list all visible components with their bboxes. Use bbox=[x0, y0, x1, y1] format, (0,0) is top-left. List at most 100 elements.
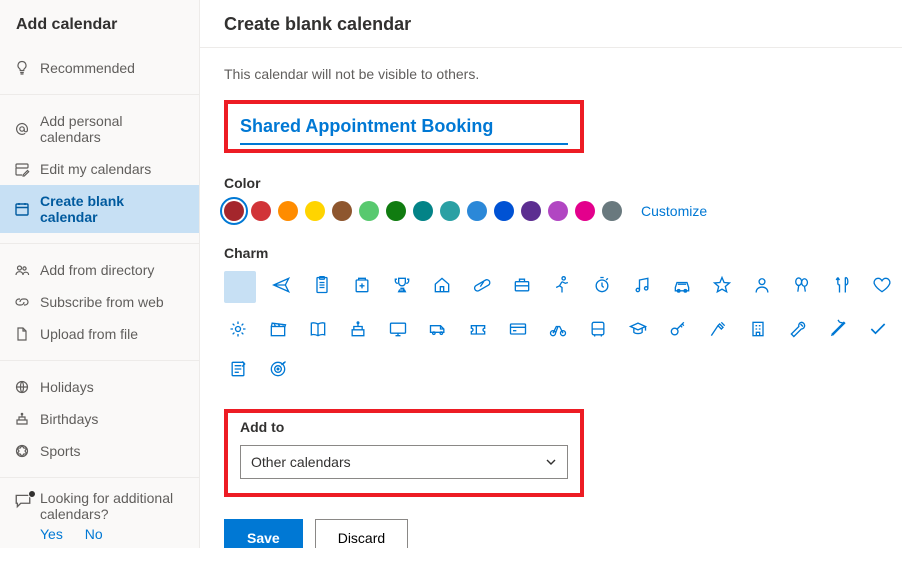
sidebar-item-label: Create blank calendar bbox=[40, 193, 185, 225]
addto-label: Add to bbox=[240, 419, 568, 435]
sidebar-item-label: Sports bbox=[40, 443, 80, 459]
addto-dropdown[interactable]: Other calendars bbox=[240, 445, 568, 479]
charm-monitor[interactable] bbox=[384, 315, 412, 343]
charm-clipboard[interactable] bbox=[308, 271, 336, 299]
chevron-down-icon bbox=[545, 456, 557, 468]
file-icon bbox=[14, 326, 30, 342]
charm-none[interactable] bbox=[224, 271, 256, 303]
color-swatch[interactable] bbox=[386, 201, 406, 221]
footer-yes-link[interactable]: Yes bbox=[40, 526, 63, 542]
footer-no-link[interactable]: No bbox=[85, 526, 103, 542]
charm-home[interactable] bbox=[428, 271, 456, 299]
feedback-icon bbox=[14, 492, 32, 510]
sidebar-item-personal[interactable]: Add personal calendars bbox=[0, 105, 199, 153]
sidebar-item-directory[interactable]: Add from directory bbox=[0, 254, 199, 286]
charm-heart[interactable] bbox=[868, 271, 896, 299]
charm-pickaxe[interactable] bbox=[824, 315, 852, 343]
charm-note[interactable] bbox=[224, 355, 252, 383]
color-swatch[interactable] bbox=[602, 201, 622, 221]
charm-bike[interactable] bbox=[544, 315, 572, 343]
edit-calendar-icon bbox=[14, 161, 30, 177]
charm-stopwatch[interactable] bbox=[588, 271, 616, 299]
link-icon bbox=[14, 294, 30, 310]
sidebar: Add calendar Recommended Add personal ca… bbox=[0, 0, 200, 548]
sports-icon bbox=[14, 443, 30, 459]
save-button[interactable]: Save bbox=[224, 519, 303, 548]
charm-briefcase[interactable] bbox=[508, 271, 536, 299]
charm-book[interactable] bbox=[304, 315, 332, 343]
sidebar-item-label: Holidays bbox=[40, 379, 94, 395]
charm-food[interactable] bbox=[828, 271, 856, 299]
charm-balloons[interactable] bbox=[788, 271, 816, 299]
sidebar-item-label: Upload from file bbox=[40, 326, 138, 342]
calendar-name-highlight bbox=[224, 100, 584, 153]
sidebar-item-upload[interactable]: Upload from file bbox=[0, 318, 199, 350]
at-icon bbox=[14, 121, 30, 137]
sidebar-item-label: Add personal calendars bbox=[40, 113, 185, 145]
charm-ticket[interactable] bbox=[464, 315, 492, 343]
charm-birthday[interactable] bbox=[344, 315, 372, 343]
charm-bus[interactable] bbox=[584, 315, 612, 343]
color-swatch[interactable] bbox=[332, 201, 352, 221]
sidebar-item-recommended[interactable]: Recommended bbox=[0, 52, 199, 84]
sidebar-item-label: Add from directory bbox=[40, 262, 154, 278]
blank-calendar-icon bbox=[14, 201, 30, 217]
charm-car[interactable] bbox=[668, 271, 696, 299]
charm-building[interactable] bbox=[744, 315, 772, 343]
charm-trophy[interactable] bbox=[388, 271, 416, 299]
button-row: Save Discard bbox=[224, 519, 878, 548]
hint-text: This calendar will not be visible to oth… bbox=[224, 66, 878, 82]
charm-check[interactable] bbox=[864, 315, 892, 343]
color-swatch[interactable] bbox=[251, 201, 271, 221]
charm-star[interactable] bbox=[708, 271, 736, 299]
color-swatch[interactable] bbox=[278, 201, 298, 221]
lightbulb-icon bbox=[14, 60, 30, 76]
charm-label: Charm bbox=[224, 245, 878, 261]
charm-person[interactable] bbox=[748, 271, 776, 299]
sidebar-title: Add calendar bbox=[0, 8, 199, 48]
charm-medical[interactable] bbox=[348, 271, 376, 299]
charm-running[interactable] bbox=[548, 271, 576, 299]
charm-plane[interactable] bbox=[268, 271, 296, 299]
addto-value: Other calendars bbox=[251, 454, 351, 470]
sidebar-item-blank[interactable]: Create blank calendar bbox=[0, 185, 199, 233]
sidebar-item-label: Birthdays bbox=[40, 411, 98, 427]
charm-graduation[interactable] bbox=[624, 315, 652, 343]
color-swatch[interactable] bbox=[440, 201, 460, 221]
add-to-highlight: Add to Other calendars bbox=[224, 409, 584, 497]
color-label: Color bbox=[224, 175, 878, 191]
sidebar-item-label: Recommended bbox=[40, 60, 135, 76]
sidebar-item-birthdays[interactable]: Birthdays bbox=[0, 403, 199, 435]
charm-pill[interactable] bbox=[468, 271, 496, 299]
color-swatch[interactable] bbox=[467, 201, 487, 221]
charm-key[interactable] bbox=[664, 315, 692, 343]
charm-target[interactable] bbox=[264, 355, 292, 383]
sidebar-item-sports[interactable]: Sports bbox=[0, 435, 199, 467]
color-swatch[interactable] bbox=[521, 201, 541, 221]
charm-music[interactable] bbox=[628, 271, 656, 299]
sidebar-item-label: Subscribe from web bbox=[40, 294, 164, 310]
charm-grid bbox=[224, 271, 902, 383]
sidebar-item-holidays[interactable]: Holidays bbox=[0, 371, 199, 403]
color-swatch[interactable] bbox=[494, 201, 514, 221]
color-swatch[interactable] bbox=[575, 201, 595, 221]
color-swatch[interactable] bbox=[359, 201, 379, 221]
discard-button[interactable]: Discard bbox=[315, 519, 408, 548]
charm-van[interactable] bbox=[424, 315, 452, 343]
charm-clapper[interactable] bbox=[264, 315, 292, 343]
color-swatches: Customize bbox=[224, 201, 878, 221]
color-swatch[interactable] bbox=[413, 201, 433, 221]
footer-question-text: Looking for additional calendars? bbox=[40, 490, 185, 522]
main-panel: Create blank calendar This calendar will… bbox=[200, 0, 902, 548]
color-swatch[interactable] bbox=[548, 201, 568, 221]
charm-hammer[interactable] bbox=[704, 315, 732, 343]
color-swatch[interactable] bbox=[305, 201, 325, 221]
calendar-name-input[interactable] bbox=[240, 114, 568, 145]
color-swatch[interactable] bbox=[224, 201, 244, 221]
charm-settings[interactable] bbox=[224, 315, 252, 343]
sidebar-item-subscribe[interactable]: Subscribe from web bbox=[0, 286, 199, 318]
charm-card[interactable] bbox=[504, 315, 532, 343]
charm-wrench[interactable] bbox=[784, 315, 812, 343]
customize-link[interactable]: Customize bbox=[641, 203, 707, 219]
sidebar-item-edit[interactable]: Edit my calendars bbox=[0, 153, 199, 185]
